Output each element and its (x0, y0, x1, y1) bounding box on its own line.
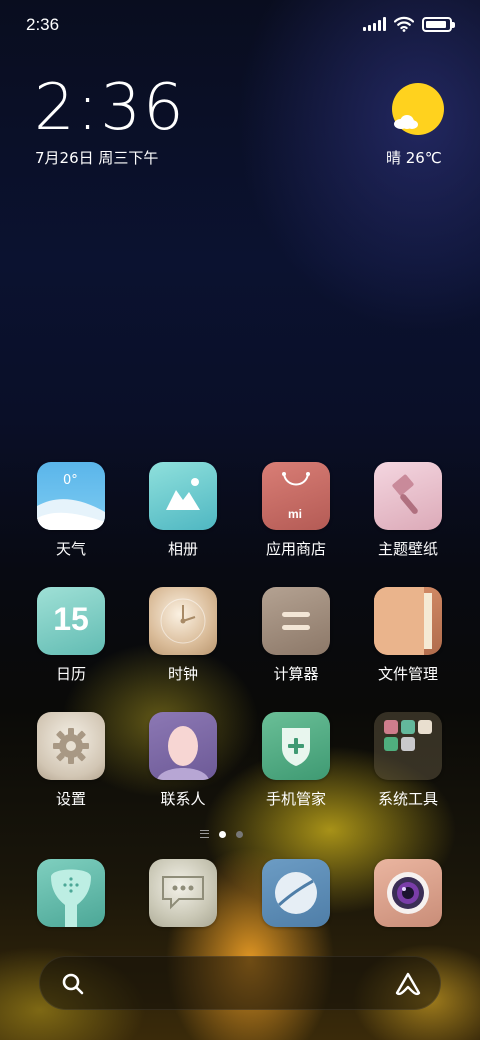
folder-mini-icon (401, 737, 415, 751)
folder-mini-icon (418, 720, 432, 734)
dock-camera[interactable] (353, 859, 463, 927)
app-themes[interactable]: 主题壁纸 (353, 462, 463, 559)
browser-icon (262, 859, 330, 927)
app-label: 相册 (167, 540, 198, 558)
page-dot-active (219, 830, 226, 838)
settings-icon (37, 712, 105, 780)
app-store-icon: mi (262, 462, 330, 530)
calendar-day: 15 (53, 601, 89, 637)
cloud-icon (392, 115, 418, 129)
app-label: 日历 (55, 665, 86, 683)
status-icons (363, 16, 455, 32)
weather-icon: 0° (37, 462, 105, 530)
clock-icon (149, 587, 217, 655)
signal-icon (363, 17, 386, 31)
status-time: 2:36 (26, 15, 60, 34)
app-app-store[interactable]: mi 应用商店 (241, 462, 351, 559)
folder-mini-icon (384, 737, 398, 751)
themes-icon (374, 462, 442, 530)
weather-icon-temp: 0° (63, 473, 78, 488)
search-icon[interactable] (62, 973, 84, 995)
app-calculator[interactable]: 计算器 (241, 587, 351, 684)
app-label: 文件管理 (377, 665, 438, 683)
app-settings[interactable]: 设置 (16, 712, 126, 809)
dock-browser[interactable] (241, 859, 351, 927)
camera-icon (374, 859, 442, 927)
global-search-bar[interactable] (39, 956, 441, 1010)
app-calendar[interactable]: 15 日历 (16, 587, 126, 684)
app-label: 天气 (55, 540, 86, 558)
app-label: 主题壁纸 (377, 540, 438, 558)
messages-icon (149, 859, 217, 927)
file-manager-icon (374, 587, 442, 655)
app-file-manager[interactable]: 文件管理 (353, 587, 463, 684)
folder-mini-icon (384, 720, 398, 734)
weather-temperature[interactable]: 晴 26℃ (386, 147, 442, 168)
app-gallery[interactable]: 相册 (128, 462, 238, 559)
app-label: 设置 (55, 790, 86, 808)
app-contacts[interactable]: 联系人 (128, 712, 238, 809)
clock-widget-date[interactable]: 7月26日 周三下午 (35, 147, 158, 168)
dock-phone[interactable] (16, 859, 126, 927)
page-indicator[interactable] (200, 830, 243, 838)
assistant-icon[interactable] (394, 971, 422, 997)
clock-widget-time[interactable]: 2:36 (34, 76, 186, 140)
folder-mini-icon (401, 720, 415, 734)
app-security[interactable]: 手机管家 (241, 712, 351, 809)
calendar-icon: 15 (37, 587, 105, 655)
calculator-icon (262, 587, 330, 655)
status-bar: 2:36 (0, 0, 480, 50)
menu-lines-icon (200, 830, 209, 838)
app-label: 联系人 (160, 790, 206, 808)
app-label: 计算器 (273, 665, 319, 683)
mi-logo: mi (288, 507, 303, 521)
security-icon (262, 712, 330, 780)
app-label: 系统工具 (377, 790, 438, 808)
app-clock[interactable]: 时钟 (128, 587, 238, 684)
app-label: 手机管家 (265, 790, 326, 808)
folder-system-tools[interactable]: 系统工具 (353, 712, 463, 809)
contacts-icon (149, 712, 217, 780)
gallery-icon (149, 462, 217, 530)
dock-messages[interactable] (128, 859, 238, 927)
phone-icon (37, 859, 105, 927)
app-label: 应用商店 (265, 540, 326, 558)
battery-icon (422, 16, 455, 32)
page-dot (236, 830, 243, 838)
app-label: 时钟 (167, 665, 198, 683)
app-weather[interactable]: 0° 天气 (16, 462, 126, 559)
wifi-icon (394, 16, 414, 32)
system-tools-folder-icon (374, 712, 442, 780)
